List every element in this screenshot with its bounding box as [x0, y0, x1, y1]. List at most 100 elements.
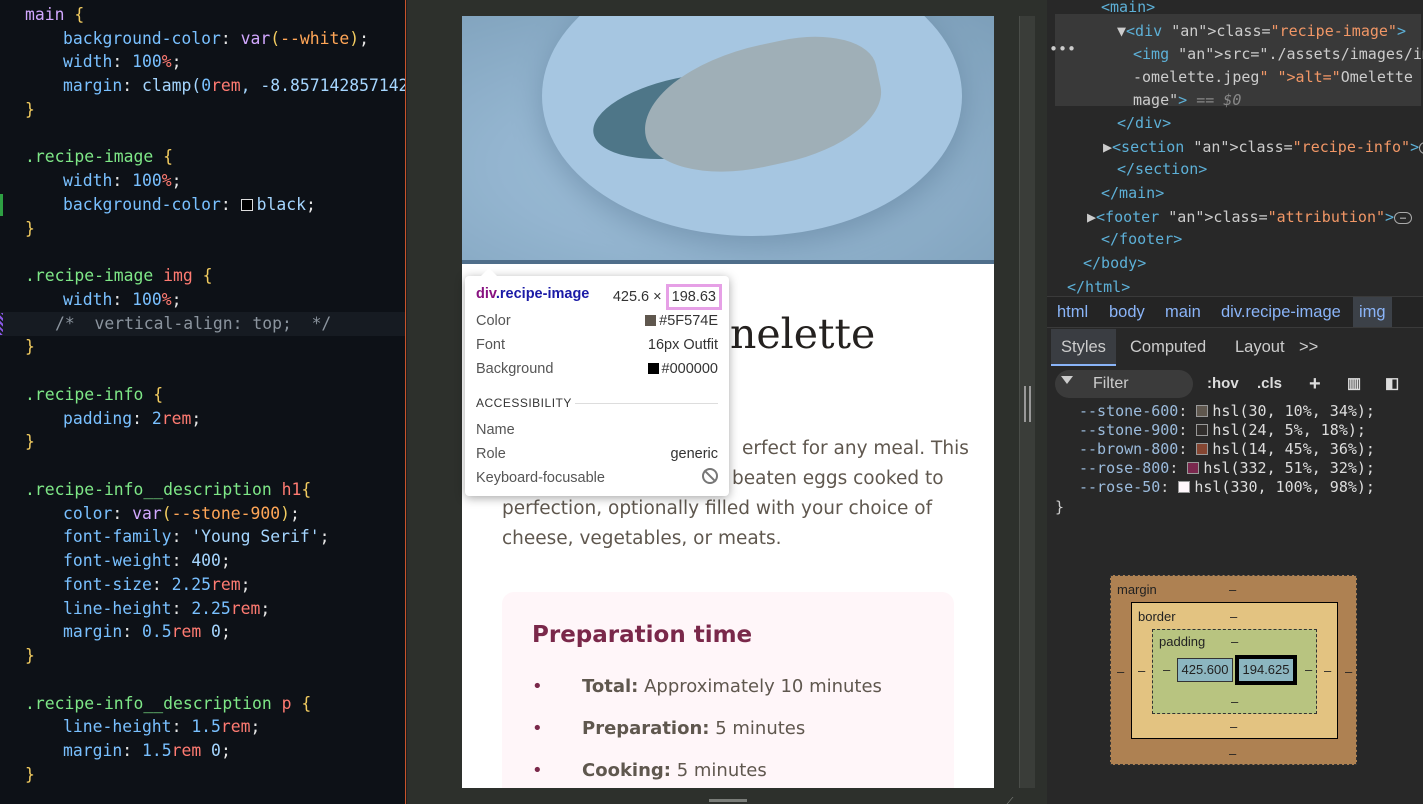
keyboard-focusable-label: Keyboard-focusable: [476, 470, 605, 486]
dom-node[interactable]: ▼<div "an">class="recipe-image">: [1117, 20, 1406, 43]
breadcrumb-img[interactable]: img: [1353, 297, 1392, 327]
element-class: .recipe-image: [495, 286, 590, 302]
padding-left-value: –: [1163, 662, 1171, 677]
add-rule-icon[interactable]: +: [1309, 372, 1321, 396]
color-swatch[interactable]: [1196, 405, 1209, 417]
desc-line-1: erfect for any meal. This: [742, 438, 969, 459]
tab-computed[interactable]: Computed: [1120, 329, 1216, 366]
prep-text: 5 minutes: [709, 718, 806, 739]
code-line: width: 100%;: [63, 52, 182, 71]
element-height: 198.63: [671, 289, 716, 305]
font-label: Font: [476, 337, 506, 353]
filter-input[interactable]: Filter: [1055, 370, 1193, 398]
margin-label: margin: [1117, 582, 1157, 597]
recipe-title: nelette: [730, 310, 876, 358]
dom-node[interactable]: </section>: [1117, 158, 1207, 181]
css-variable-row[interactable]: --brown-800: hsl(14, 45%, 36%);: [1079, 440, 1375, 459]
resize-handle-bottom[interactable]: [709, 799, 747, 802]
css-variable-row[interactable]: --stone-600: hsl(30, 10%, 34%);: [1079, 402, 1375, 421]
dom-node[interactable]: <main>: [1101, 0, 1155, 19]
code-line: }: [25, 100, 35, 119]
tab-styles[interactable]: Styles: [1051, 329, 1116, 366]
margin-left-value: –: [1117, 664, 1125, 679]
border-right-value: –: [1324, 663, 1332, 678]
background-value: #000000: [647, 359, 718, 379]
not-focusable-icon: [702, 468, 718, 490]
breadcrumb-div[interactable]: div.recipe-image: [1215, 297, 1347, 327]
more-tabs-icon[interactable]: >>: [1289, 329, 1328, 366]
code-line: }: [25, 219, 35, 238]
hov-button[interactable]: :hov: [1207, 372, 1239, 396]
bullet: •: [532, 760, 543, 781]
color-label: Color: [476, 313, 511, 329]
tooltip-header: div.recipe-image 425.6 × 198.63: [476, 284, 722, 310]
element-tag: div: [476, 286, 496, 302]
code-line: /* vertical-align: top; */: [55, 314, 332, 333]
code-line: font-size: 2.25rem;: [63, 575, 251, 594]
prep-item: • Total: Approximately 10 minutes: [532, 676, 882, 697]
inspect-tooltip: div.recipe-image 425.6 × 198.63 Color #5…: [465, 268, 729, 496]
paint-icon[interactable]: ▥: [1347, 372, 1361, 396]
dom-node[interactable]: </main>: [1101, 182, 1164, 205]
code-line: margin: 1.5rem 0;: [63, 741, 231, 760]
collapsed-ellipsis-icon[interactable]: …: [1394, 211, 1413, 224]
collapsed-ellipsis-icon[interactable]: …: [1419, 141, 1423, 154]
color-swatch[interactable]: [1196, 443, 1209, 455]
breadcrumb-html[interactable]: html: [1051, 297, 1094, 327]
color-text: #5F574E: [659, 313, 718, 329]
content-height[interactable]: 194.625: [1235, 655, 1297, 685]
css-variable-row[interactable]: --stone-900: hsl(24, 5%, 18%);: [1079, 421, 1366, 440]
color-swatch[interactable]: [1196, 424, 1209, 436]
color-swatch[interactable]: [1178, 481, 1191, 493]
background-label: Background: [476, 361, 554, 377]
breadcrumb-main[interactable]: main: [1159, 297, 1207, 327]
prep-label: Preparation:: [582, 718, 710, 739]
color-swatch: [645, 315, 657, 326]
code-line: .recipe-image {: [25, 147, 174, 166]
css-variable-row[interactable]: --rose-50: hsl(330, 100%, 98%);: [1079, 478, 1375, 497]
rule-closing-brace: }: [1055, 498, 1065, 516]
css-variable-row[interactable]: --rose-800: hsl(332, 51%, 32%);: [1079, 459, 1375, 478]
code-line: .recipe-info__description p {: [25, 694, 312, 713]
code-editor[interactable]: main {background-color: var(--white); wid…: [0, 0, 406, 804]
dom-node[interactable]: </body>: [1083, 252, 1146, 275]
grip-line: [1029, 386, 1031, 422]
prep-label: Total:: [582, 676, 639, 697]
toggle-sidebar-icon[interactable]: ◧: [1385, 372, 1399, 396]
tooltip-font-row: Font 16px Outfit: [476, 335, 718, 355]
dom-node[interactable]: <img "an">src="./assets/images/image: [1133, 43, 1423, 66]
dom-node[interactable]: </footer>: [1101, 228, 1182, 251]
border-bottom-value: –: [1230, 719, 1238, 734]
dom-node[interactable]: -omelette.jpeg" ">alt="Omelette i: [1133, 66, 1423, 89]
name-label: Name: [476, 422, 515, 438]
color-swatch[interactable]: [1187, 462, 1200, 474]
padding-top-value: –: [1231, 634, 1239, 649]
tooltip-name-row: Name: [476, 420, 718, 440]
dom-node[interactable]: mage"> == $0: [1133, 89, 1241, 112]
role-label: Role: [476, 446, 506, 462]
dom-node[interactable]: </div>: [1117, 112, 1171, 135]
recipe-image[interactable]: [462, 16, 994, 264]
color-swatch[interactable]: [240, 199, 253, 211]
prep-item: • Cooking: 5 minutes: [532, 760, 767, 781]
code-line: background-color: black;: [63, 195, 316, 214]
content-width[interactable]: 425.600: [1177, 658, 1233, 682]
more-options-icon[interactable]: •••: [1049, 40, 1076, 58]
padding-bottom-value: –: [1231, 694, 1239, 709]
tooltip-color-row: Color #5F574E: [476, 311, 718, 331]
code-line: color: var(--stone-900);: [63, 504, 300, 523]
cls-button[interactable]: .cls: [1257, 372, 1282, 396]
dom-node[interactable]: ▶<footer "an">class="attribution">…: [1087, 206, 1413, 229]
dom-node[interactable]: ▶<section "an">class="recipe-info">…: [1103, 136, 1423, 159]
bullet: •: [532, 718, 543, 739]
git-modified-marker: [0, 313, 3, 335]
box-model-border: border – – – – padding – – – – 425.600 1…: [1131, 602, 1338, 739]
breadcrumb: html body main div.recipe-image img: [1047, 296, 1423, 328]
tab-layout[interactable]: Layout: [1225, 329, 1295, 366]
breadcrumb-body[interactable]: body: [1103, 297, 1151, 327]
resize-handle-vertical[interactable]: [1019, 16, 1035, 788]
prep-label: Cooking:: [582, 760, 671, 781]
code-line: line-height: 1.5rem;: [63, 717, 261, 736]
resize-corner-icon[interactable]: ⟋: [1005, 795, 1013, 804]
code-line: .recipe-info {: [25, 385, 164, 404]
